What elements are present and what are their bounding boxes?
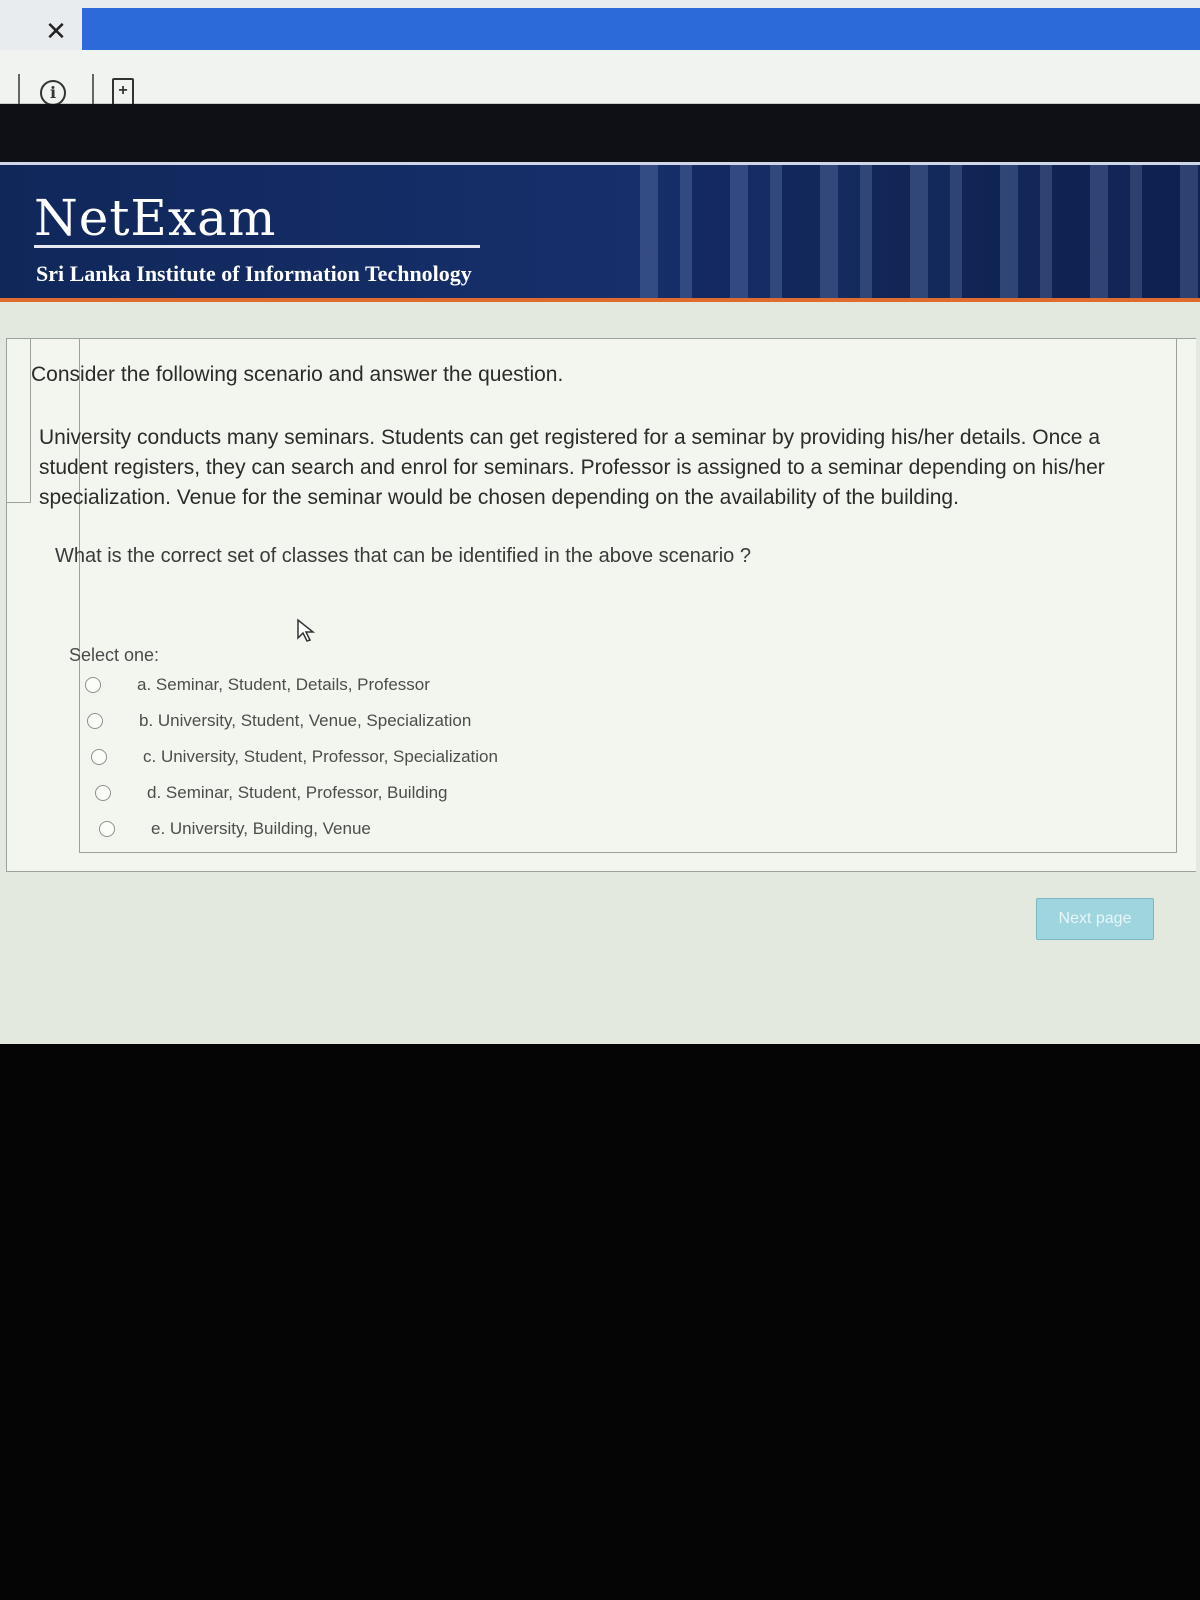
toolbar-divider [18, 74, 20, 104]
site-header: NetExam Sri Lanka Institute of Informati… [0, 162, 1200, 302]
answer-box [79, 339, 1177, 853]
answer-option-label: e. University, Building, Venue [151, 819, 371, 838]
scenario-text: University conducts many seminars. Stude… [39, 426, 1105, 509]
answer-option-label: a. Seminar, Student, Details, Professor [137, 675, 430, 694]
main-content: Consider the following scenario and answ… [0, 302, 1200, 1044]
answer-option-a[interactable]: a. Seminar, Student, Details, Professor [85, 675, 430, 695]
radio-button[interactable] [87, 713, 103, 729]
site-logo[interactable]: NetExam [34, 189, 276, 247]
radio-button[interactable] [95, 785, 111, 801]
header-photo [640, 165, 1200, 302]
answer-option-label: c. University, Student, Professor, Speci… [143, 747, 498, 766]
close-icon[interactable]: ✕ [42, 18, 70, 46]
mouse-cursor-icon [297, 618, 316, 642]
question-intro: Consider the following scenario and answ… [31, 363, 564, 386]
answer-option-label: b. University, Student, Venue, Specializ… [139, 711, 472, 730]
address-bar[interactable] [0, 50, 1200, 104]
answer-option-d[interactable]: d. Seminar, Student, Professor, Building [95, 783, 448, 803]
screen-bezel-band [0, 104, 1200, 162]
browser-tab-strip [82, 8, 1200, 52]
page-add-icon[interactable]: + [112, 78, 134, 106]
question-text: What is the correct set of classes that … [55, 545, 751, 567]
logo-underline [34, 245, 480, 248]
screen-bezel-bottom [0, 1044, 1200, 1600]
answer-option-label: d. Seminar, Student, Professor, Building [147, 783, 448, 802]
toolbar-divider [92, 74, 94, 104]
info-icon[interactable]: i [40, 80, 66, 106]
next-page-button[interactable]: Next page [1036, 898, 1154, 940]
answer-option-b[interactable]: b. University, Student, Venue, Specializ… [87, 711, 471, 731]
radio-button[interactable] [85, 677, 101, 693]
select-one-label: Select one: [69, 645, 160, 665]
institution-name: Sri Lanka Institute of Information Techn… [36, 261, 472, 286]
browser-tab-bar [0, 0, 1200, 52]
radio-button[interactable] [99, 821, 115, 837]
answer-option-e[interactable]: e. University, Building, Venue [99, 819, 371, 839]
answer-option-c[interactable]: c. University, Student, Professor, Speci… [91, 747, 498, 767]
question-panel: Consider the following scenario and answ… [6, 338, 1196, 872]
radio-button[interactable] [91, 749, 107, 765]
question-info-box [7, 339, 31, 503]
